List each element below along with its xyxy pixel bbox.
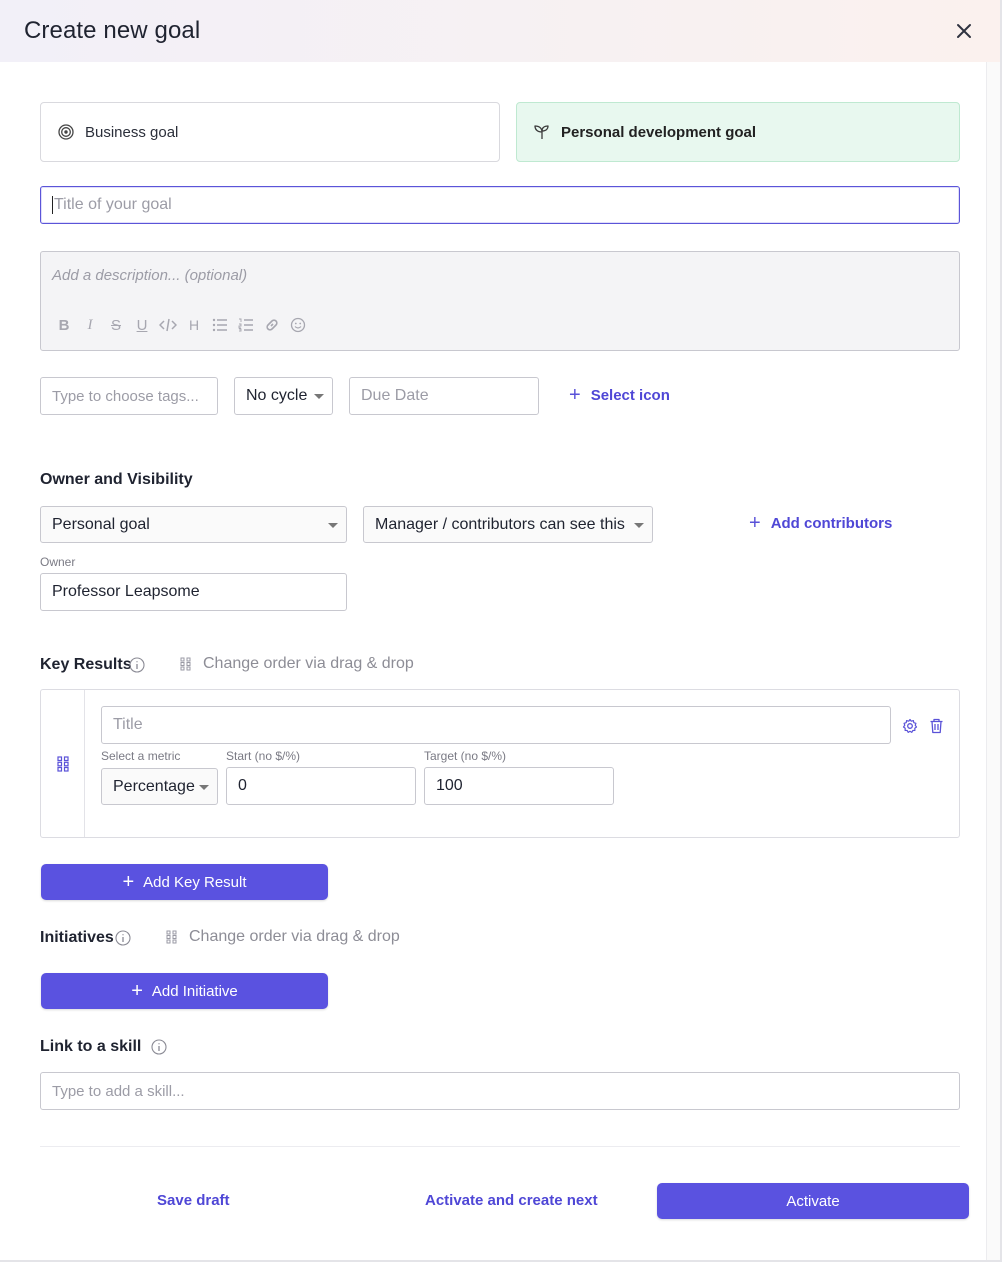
activate-button[interactable]: Activate bbox=[657, 1183, 969, 1219]
description-editor[interactable]: Add a description... (optional) B I S U … bbox=[40, 251, 960, 351]
tags-placeholder: Type to choose tags... bbox=[52, 387, 199, 405]
scrollbar[interactable] bbox=[986, 62, 1000, 1260]
italic-icon[interactable]: I bbox=[81, 316, 99, 334]
underline-icon[interactable]: U bbox=[133, 316, 151, 334]
bullet-list-icon[interactable] bbox=[211, 316, 229, 334]
business-goal-option[interactable]: Business goal bbox=[40, 102, 500, 162]
chevron-down-icon bbox=[314, 394, 324, 399]
save-draft-button[interactable]: Save draft bbox=[157, 1192, 230, 1209]
gear-icon[interactable] bbox=[902, 718, 918, 734]
drag-dots-icon bbox=[166, 930, 177, 944]
plus-icon: + bbox=[749, 511, 761, 534]
info-icon[interactable] bbox=[151, 1039, 167, 1055]
add-key-result-label: Add Key Result bbox=[143, 873, 247, 891]
start-label: Start (no $/%) bbox=[226, 749, 301, 763]
create-goal-modal: Create new goal Business goal Personal d… bbox=[0, 0, 1002, 1262]
cycle-select[interactable]: No cycle bbox=[234, 377, 333, 415]
initiatives-drag-hint-text: Change order via drag & drop bbox=[189, 928, 400, 945]
target-value: 100 bbox=[436, 777, 463, 794]
numbered-list-icon[interactable] bbox=[237, 316, 255, 334]
info-icon[interactable] bbox=[129, 657, 145, 673]
select-icon-button[interactable]: + Select icon bbox=[569, 384, 670, 406]
plus-icon: + bbox=[569, 383, 581, 406]
owner-value: Professor Leapsome bbox=[52, 583, 200, 600]
description-placeholder: Add a description... (optional) bbox=[52, 267, 248, 284]
key-results-heading: Key Results bbox=[40, 656, 132, 673]
sprout-icon bbox=[533, 123, 551, 141]
start-value-input[interactable]: 0 bbox=[226, 767, 416, 805]
key-result-title-input[interactable]: Title bbox=[101, 706, 891, 744]
heading-icon[interactable]: H bbox=[185, 316, 203, 334]
cycle-value: No cycle bbox=[246, 387, 308, 404]
initiatives-drag-hint: Change order via drag & drop bbox=[166, 928, 400, 946]
formatting-toolbar: B I S U H bbox=[55, 316, 307, 334]
visibility-select[interactable]: Manager / contributors can see this bbox=[363, 506, 653, 543]
chevron-down-icon bbox=[328, 522, 338, 528]
due-date-placeholder: Due Date bbox=[361, 387, 429, 404]
target-icon bbox=[57, 123, 75, 141]
metric-value: Percentage bbox=[113, 777, 195, 795]
personal-goal-label: Personal development goal bbox=[561, 123, 757, 141]
owner-visibility-heading: Owner and Visibility bbox=[40, 471, 193, 488]
key-result-title-placeholder: Title bbox=[113, 716, 143, 733]
key-results-drag-hint: Change order via drag & drop bbox=[180, 655, 414, 673]
text-caret bbox=[52, 196, 53, 214]
modal-header: Create new goal bbox=[0, 0, 1000, 62]
drag-dots-icon bbox=[180, 657, 191, 671]
plus-icon: + bbox=[131, 979, 143, 1002]
key-results-drag-hint-text: Change order via drag & drop bbox=[203, 655, 414, 672]
due-date-input[interactable]: Due Date bbox=[349, 377, 539, 415]
target-value-input[interactable]: 100 bbox=[424, 767, 614, 805]
activate-and-create-next-button[interactable]: Activate and create next bbox=[425, 1192, 598, 1209]
tags-input[interactable]: Type to choose tags... bbox=[40, 377, 218, 415]
add-initiative-button[interactable]: + Add Initiative bbox=[41, 973, 328, 1009]
emoji-icon[interactable] bbox=[289, 316, 307, 334]
add-contributors-button[interactable]: + Add contributors bbox=[749, 512, 892, 534]
metric-label: Select a metric bbox=[101, 749, 181, 763]
goal-title-placeholder: Title of your goal bbox=[54, 196, 172, 213]
plus-icon: + bbox=[122, 870, 135, 893]
skill-placeholder: Type to add a skill... bbox=[52, 1082, 185, 1100]
drag-dots-icon bbox=[56, 755, 69, 772]
goal-scope-select[interactable]: Personal goal bbox=[40, 506, 347, 543]
target-label: Target (no $/%) bbox=[424, 749, 507, 763]
start-value: 0 bbox=[238, 777, 247, 794]
visibility-value: Manager / contributors can see this bbox=[375, 515, 625, 533]
business-goal-label: Business goal bbox=[85, 123, 179, 141]
skill-input[interactable]: Type to add a skill... bbox=[40, 1072, 960, 1110]
chevron-down-icon bbox=[634, 522, 644, 528]
owner-input[interactable]: Professor Leapsome bbox=[40, 573, 347, 611]
activate-label: Activate bbox=[786, 1192, 840, 1210]
add-contributors-label: Add contributors bbox=[770, 514, 893, 532]
select-icon-label: Select icon bbox=[590, 386, 670, 404]
goal-scope-value: Personal goal bbox=[52, 515, 150, 533]
drag-handle[interactable] bbox=[41, 690, 85, 837]
info-icon[interactable] bbox=[115, 930, 131, 946]
goal-title-input[interactable]: Title of your goal bbox=[40, 186, 960, 224]
bold-icon[interactable]: B bbox=[55, 316, 73, 334]
modal-title: Create new goal bbox=[24, 17, 201, 44]
metric-select[interactable]: Percentage bbox=[101, 768, 218, 805]
code-icon[interactable] bbox=[159, 316, 177, 334]
link-skill-heading: Link to a skill bbox=[40, 1038, 142, 1055]
footer-divider bbox=[40, 1146, 960, 1147]
initiatives-heading: Initiatives bbox=[40, 929, 114, 946]
owner-label: Owner bbox=[40, 555, 76, 569]
chevron-down-icon bbox=[199, 784, 209, 790]
add-initiative-label: Add Initiative bbox=[151, 982, 238, 1000]
close-icon[interactable] bbox=[951, 18, 977, 44]
add-key-result-button[interactable]: + Add Key Result bbox=[41, 864, 328, 900]
personal-goal-option[interactable]: Personal development goal bbox=[516, 102, 960, 162]
link-icon[interactable] bbox=[263, 316, 281, 334]
trash-icon[interactable] bbox=[929, 718, 944, 734]
strikethrough-icon[interactable]: S bbox=[107, 316, 125, 334]
